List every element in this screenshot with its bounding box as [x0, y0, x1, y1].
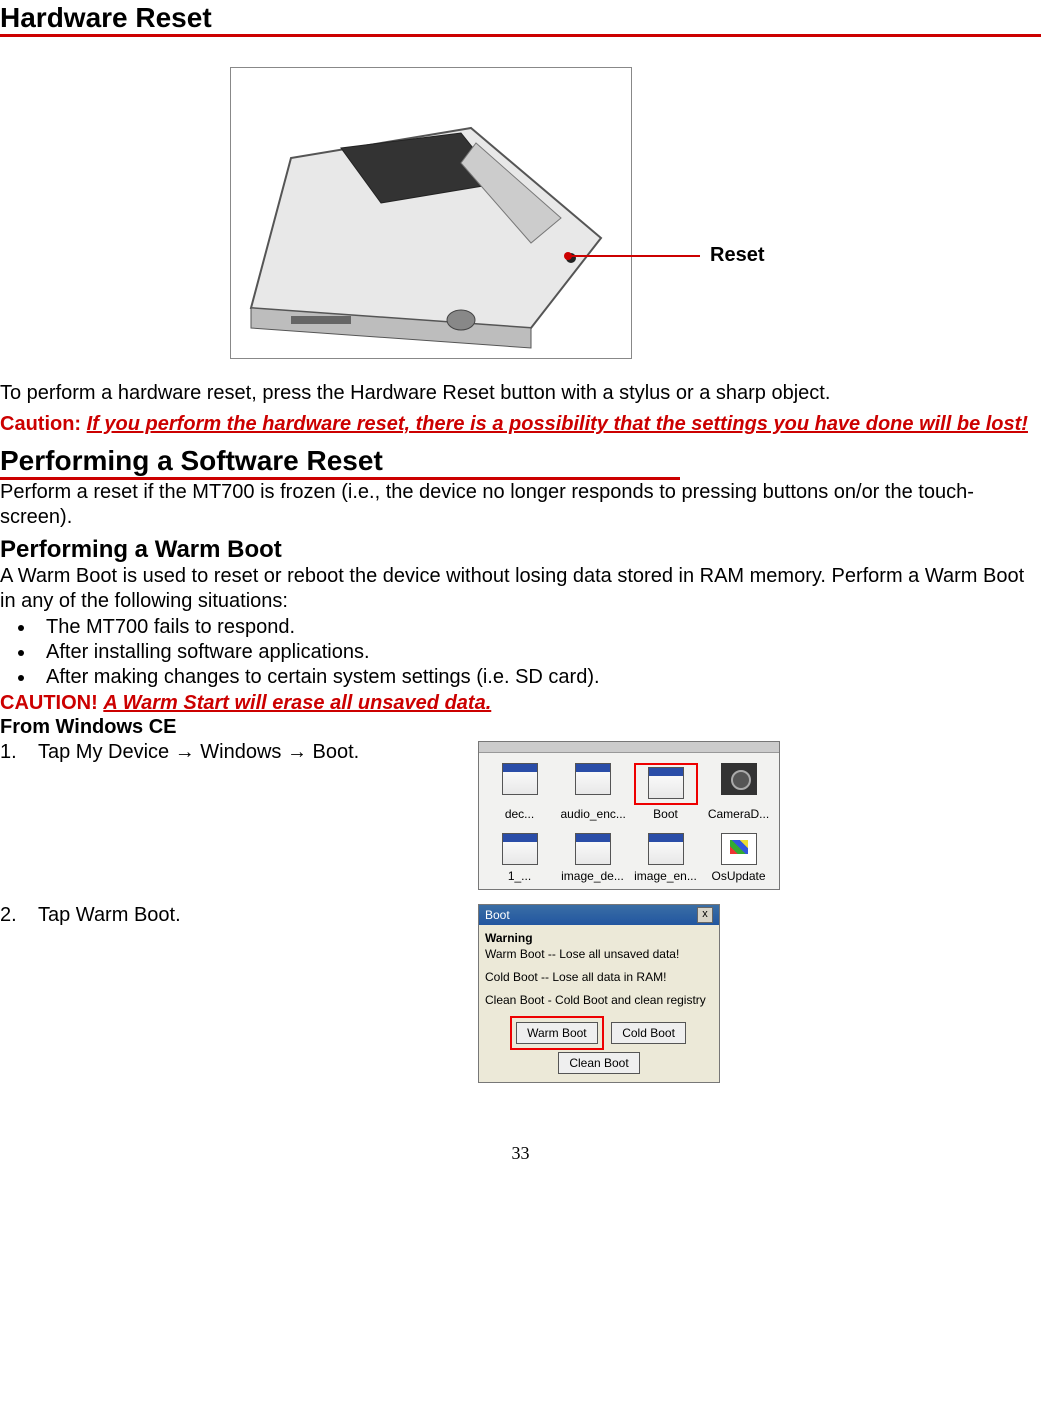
warm-boot-body: A Warm Boot is used to reset or reboot t…	[0, 564, 1041, 614]
reset-callout-line	[570, 255, 700, 257]
warm-boot-highlight: Warm Boot	[510, 1016, 604, 1050]
warm-boot-bullets: The MT700 fails to respond. After instal…	[36, 616, 1041, 689]
step-2-number: 2.	[0, 904, 38, 927]
software-reset-heading: Performing a Software Reset	[0, 443, 680, 480]
camera-icon	[721, 763, 757, 795]
file-icon	[502, 833, 538, 865]
warm-boot-button: Warm Boot	[516, 1022, 598, 1044]
warning-text-3: Clean Boot - Cold Boot and clean registr…	[485, 993, 713, 1008]
warning-heading: Warning	[485, 931, 713, 945]
warning-text-2: Cold Boot -- Lose all data in RAM!	[485, 970, 713, 985]
sw-reset-body: Perform a reset if the MT700 is frozen (…	[0, 480, 1041, 530]
cold-boot-button: Cold Boot	[611, 1022, 686, 1044]
boot-icon	[648, 767, 684, 799]
boot-icon-highlight	[634, 763, 698, 805]
device-illustration	[230, 67, 632, 359]
close-icon: x	[697, 907, 713, 923]
icon-label: Boot	[634, 807, 698, 821]
step-1-text: Tap My Device → Windows → Boot.	[38, 741, 468, 764]
icon-label: image_de...	[561, 869, 625, 883]
page-number: 33	[0, 1143, 1041, 1164]
caution-body: If you perform the hardware reset, there…	[87, 413, 1028, 435]
hardware-reset-heading: Hardware Reset	[0, 0, 1041, 37]
step-1-number: 1.	[0, 741, 38, 764]
boot-dialog-titlebar: Boot x	[479, 905, 719, 925]
clean-boot-button: Clean Boot	[558, 1052, 639, 1074]
warning-text-1: Warm Boot -- Lose all unsaved data!	[485, 947, 713, 962]
warm-caution-body: A Warm Start will erase all unsaved data…	[103, 692, 491, 714]
icon-label: OsUpdate	[707, 869, 771, 883]
file-icon	[575, 833, 611, 865]
hw-reset-caution: Caution: If you perform the hardware res…	[0, 412, 1041, 437]
windows-folder-screenshot: dec... audio_enc... Boot CameraD... 1_..…	[478, 741, 780, 890]
icon-label: 1_...	[488, 869, 552, 883]
icon-label: image_en...	[634, 869, 698, 883]
warm-caution-label: CAUTION!	[0, 692, 103, 714]
boot-dialog-title: Boot	[485, 908, 510, 922]
icon-label: audio_enc...	[561, 807, 625, 821]
list-item: After making changes to certain system s…	[36, 666, 1041, 689]
file-icon	[575, 763, 611, 795]
reset-callout-label: Reset	[710, 244, 764, 267]
step-2-text: Tap Warm Boot.	[38, 904, 468, 927]
boot-dialog-screenshot: Boot x Warning Warm Boot -- Lose all uns…	[478, 904, 720, 1083]
list-item: The MT700 fails to respond.	[36, 616, 1041, 639]
osupdate-icon	[721, 833, 757, 865]
file-icon	[648, 833, 684, 865]
warm-boot-heading: Performing a Warm Boot	[0, 536, 1041, 564]
file-icon	[502, 763, 538, 795]
from-windows-ce-label: From Windows CE	[0, 716, 1041, 739]
list-item: After installing software applications.	[36, 641, 1041, 664]
hw-reset-intro: To perform a hardware reset, press the H…	[0, 381, 1041, 406]
warm-caution: CAUTION! A Warm Start will erase all uns…	[0, 691, 1041, 716]
icon-label: CameraD...	[707, 807, 771, 821]
icon-label: dec...	[488, 807, 552, 821]
caution-label: Caution:	[0, 413, 87, 435]
device-diagram: Reset	[0, 47, 1041, 367]
